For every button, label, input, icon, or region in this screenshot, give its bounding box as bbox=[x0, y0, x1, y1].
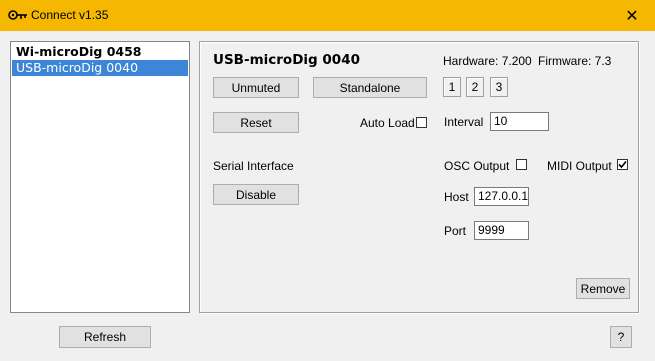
preset-2-box[interactable]: 2 bbox=[466, 77, 484, 97]
help-button[interactable]: ? bbox=[610, 326, 632, 348]
auto-load-label: Auto Load bbox=[360, 116, 415, 130]
close-button[interactable]: ✕ bbox=[609, 0, 655, 31]
device-name: USB-microDig 0040 bbox=[213, 52, 360, 68]
osc-output-checkbox[interactable] bbox=[516, 159, 527, 170]
device-list-item[interactable]: Wi-microDig 0458 bbox=[12, 44, 188, 60]
host-input[interactable]: 127.0.0.1 bbox=[474, 187, 529, 206]
device-list[interactable]: Wi-microDig 0458 USB-microDig 0040 bbox=[10, 41, 190, 313]
checkmark-icon bbox=[618, 160, 627, 169]
unmuted-button[interactable]: Unmuted bbox=[213, 77, 299, 98]
midi-output-label: MIDI Output bbox=[547, 159, 612, 173]
firmware-version: Firmware: 7.3 bbox=[538, 54, 612, 68]
port-label: Port bbox=[444, 224, 467, 238]
port-input[interactable]: 9999 bbox=[474, 221, 529, 240]
interval-label: Interval bbox=[444, 115, 484, 129]
title-bar[interactable]: Connect v1.35 ✕ bbox=[0, 0, 655, 31]
device-list-item-selected[interactable]: USB-microDig 0040 bbox=[12, 60, 188, 76]
host-label: Host bbox=[444, 190, 469, 204]
osc-output-label: OSC Output bbox=[444, 159, 510, 173]
interval-input[interactable]: 10 bbox=[490, 112, 549, 131]
preset-3-box[interactable]: 3 bbox=[490, 77, 508, 97]
refresh-button[interactable]: Refresh bbox=[59, 326, 151, 348]
midi-output-checkbox[interactable] bbox=[617, 159, 628, 170]
close-icon: ✕ bbox=[625, 7, 639, 25]
device-settings-panel: USB-microDig 0040 Hardware: 7.200 Firmwa… bbox=[199, 41, 639, 313]
window-title: Connect v1.35 bbox=[31, 8, 109, 22]
remove-button[interactable]: Remove bbox=[576, 278, 630, 299]
reset-button[interactable]: Reset bbox=[213, 112, 299, 133]
standalone-button[interactable]: Standalone bbox=[313, 77, 427, 98]
window-client: Wi-microDig 0458 USB-microDig 0040 USB-m… bbox=[1, 31, 654, 360]
serial-interface-label: Serial Interface bbox=[213, 159, 294, 173]
hardware-version: Hardware: 7.200 bbox=[443, 54, 532, 68]
preset-1-box[interactable]: 1 bbox=[443, 77, 461, 97]
auto-load-checkbox[interactable] bbox=[416, 117, 427, 128]
key-icon bbox=[8, 10, 27, 20]
disable-button[interactable]: Disable bbox=[213, 184, 299, 205]
